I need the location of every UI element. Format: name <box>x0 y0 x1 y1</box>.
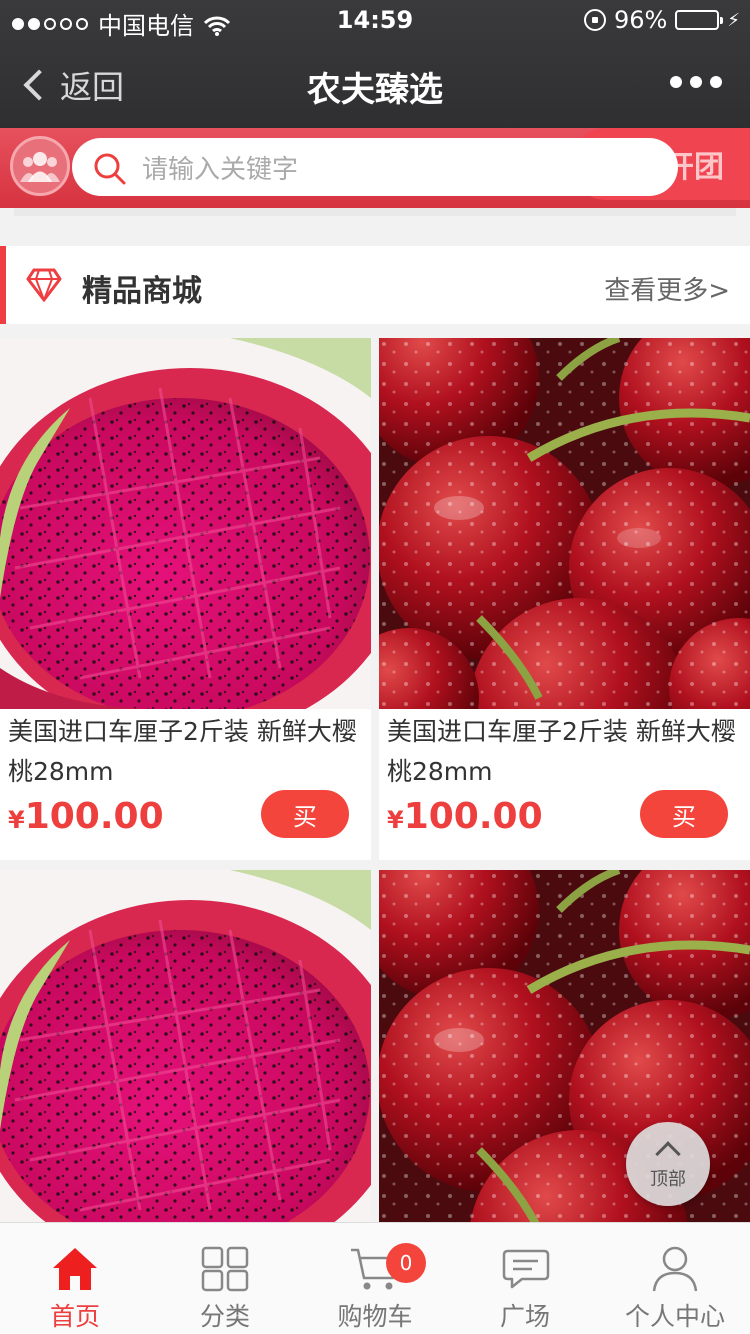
price-symbol: ¥ <box>387 806 404 834</box>
tab-label: 个人中心 <box>624 1302 725 1331</box>
back-to-top-button[interactable]: 顶部 <box>626 1122 710 1206</box>
tab-profile[interactable]: 个人中心 <box>600 1223 750 1334</box>
tab-label: 购物车 <box>337 1302 413 1331</box>
tab-square[interactable]: 广场 <box>450 1223 600 1334</box>
orientation-lock-icon <box>584 9 607 31</box>
product-card[interactable] <box>0 870 371 1222</box>
price-symbol: ¥ <box>8 806 25 834</box>
buy-button[interactable]: 买 <box>640 790 728 838</box>
price-value: 100.00 <box>403 796 543 837</box>
product-image-dragon-fruit[interactable] <box>0 870 371 1222</box>
more-dots-icon[interactable] <box>670 76 722 88</box>
home-icon <box>51 1243 99 1295</box>
product-price: ¥100.00 <box>8 796 164 837</box>
buy-button[interactable]: 买 <box>261 790 349 838</box>
price-value: 100.00 <box>24 796 164 837</box>
cart-count-badge: 0 <box>386 1243 426 1283</box>
status-right: 96% ⚡ <box>584 6 740 34</box>
tab-home[interactable]: 首页 <box>0 1223 150 1334</box>
tab-category[interactable]: 分类 <box>150 1223 300 1334</box>
chat-icon <box>500 1243 550 1295</box>
tab-bar: 首页 分类 0 购物车 广场 个人中心 <box>0 1222 750 1334</box>
search-band-shadow <box>14 208 736 216</box>
group-users-icon[interactable] <box>10 136 70 196</box>
section-accent-bar <box>0 246 6 324</box>
top-bar: 中国电信 14:59 96% ⚡ 返回 农夫臻选 <box>0 0 750 128</box>
status-bar: 中国电信 14:59 96% ⚡ <box>0 0 750 40</box>
battery-icon <box>675 10 724 30</box>
product-image-cherries[interactable] <box>379 338 750 709</box>
grid-icon <box>201 1243 249 1295</box>
product-card[interactable]: 美国进口车厘子2斤装 新鲜大樱桃28mm ¥100.00 买 <box>379 338 750 860</box>
product-name: 美国进口车厘子2斤装 新鲜大樱桃28mm <box>387 717 736 786</box>
page: 中国电信 14:59 96% ⚡ 返回 农夫臻选 开团 请输入关键字 精品商城 … <box>0 0 750 1334</box>
tab-label: 分类 <box>199 1302 250 1331</box>
chevron-up-icon <box>655 1141 681 1167</box>
view-more-link[interactable]: 查看更多> <box>604 270 730 307</box>
product-name: 美国进口车厘子2斤装 新鲜大樱桃28mm <box>8 717 357 786</box>
section-title: 精品商城 <box>82 274 202 309</box>
tab-label: 首页 <box>49 1302 100 1331</box>
search-input[interactable]: 请输入关键字 <box>72 138 678 196</box>
person-icon <box>652 1243 698 1295</box>
charging-bolt-icon: ⚡ <box>727 9 740 31</box>
section-header: 精品商城 查看更多> <box>0 246 750 324</box>
search-band: 开团 请输入关键字 <box>0 128 750 208</box>
back-to-top-label: 顶部 <box>650 1169 686 1190</box>
product-card[interactable]: 美国进口车厘子2斤装 新鲜大樱桃28mm ¥100.00 买 <box>0 338 371 860</box>
search-placeholder: 请输入关键字 <box>142 154 299 185</box>
tab-label: 广场 <box>499 1302 550 1331</box>
product-image-dragon-fruit[interactable] <box>0 338 371 709</box>
diamond-icon <box>26 268 62 302</box>
tab-cart[interactable]: 0 购物车 <box>300 1223 450 1334</box>
page-title: 农夫臻选 <box>307 70 443 110</box>
search-icon <box>94 153 126 185</box>
battery-percent: 96% <box>614 6 668 34</box>
nav-bar: 返回 农夫臻选 <box>0 40 750 128</box>
product-price: ¥100.00 <box>387 796 543 837</box>
